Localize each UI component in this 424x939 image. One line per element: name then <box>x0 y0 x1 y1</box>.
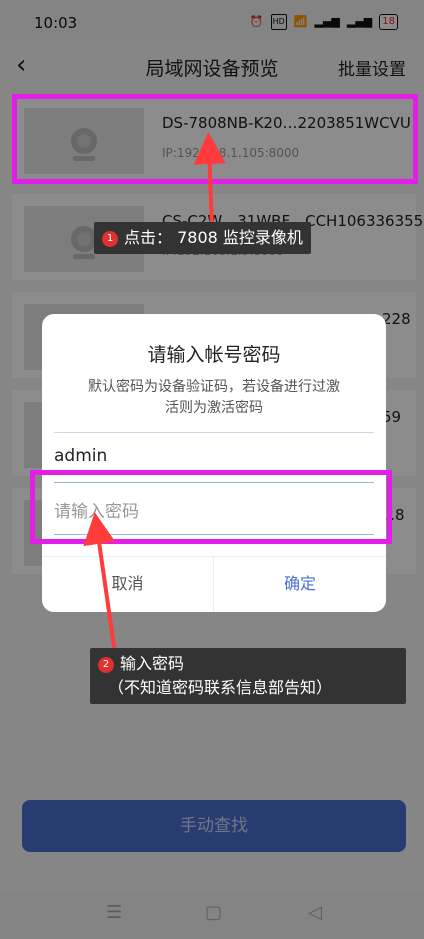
phone-screen: 10:03 ⏰ HD 📶 ▂▄▆ ▂▄▆ 18 ‹ 局域网设备预览 批量设置 D… <box>0 0 424 939</box>
step2-subtext: （不知道密码联系信息部告知） <box>108 678 333 697</box>
step2-callout: 2 输入密码 （不知道密码联系信息部告知） <box>90 648 406 704</box>
step2-badge: 2 <box>98 657 114 673</box>
annotation-arrows <box>83 132 226 689</box>
step1-callout: 1 点击： 7808 监控录像机 <box>94 222 311 254</box>
arrow-step1 <box>193 132 226 229</box>
step1-badge: 1 <box>102 231 118 247</box>
step2-title: 输入密码 <box>120 654 185 673</box>
step1-text: 点击： 7808 监控录像机 <box>124 228 303 247</box>
